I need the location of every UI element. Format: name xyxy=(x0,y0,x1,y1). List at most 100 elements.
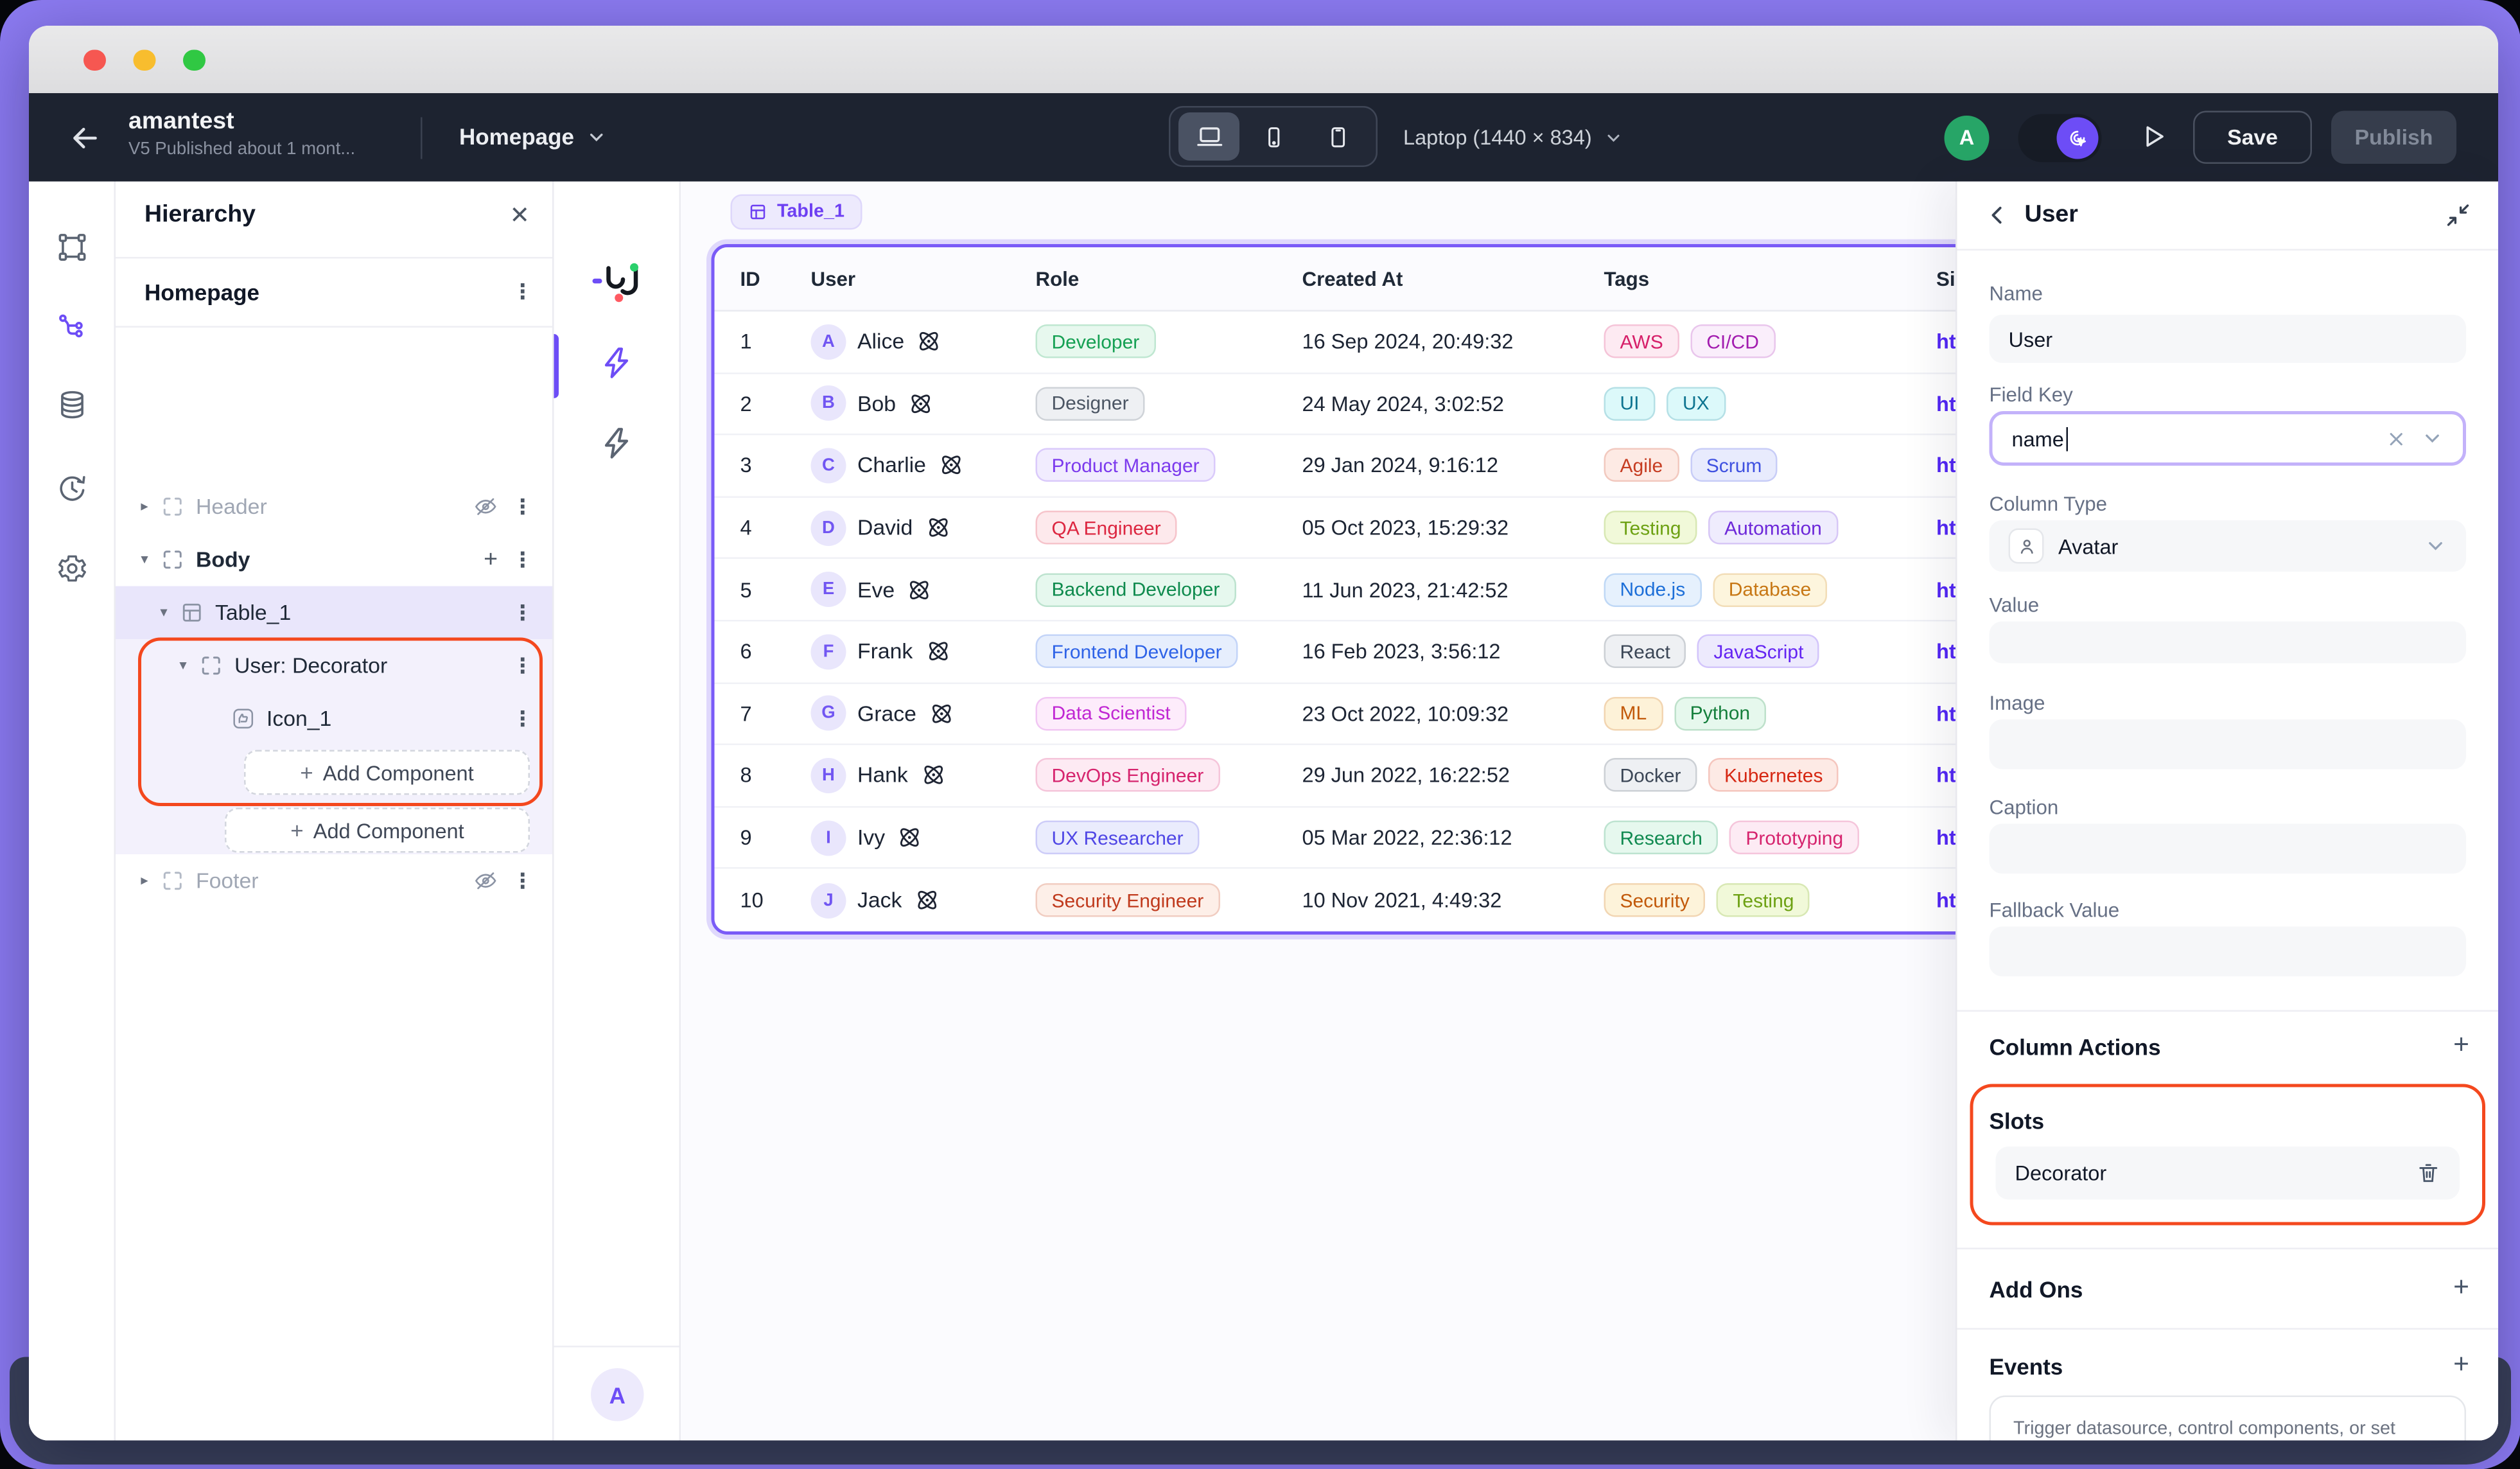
atom-decorator-icon xyxy=(919,762,947,789)
caret-right-icon[interactable]: ▸ xyxy=(135,872,154,890)
project-version-status: V5 Published about 1 mont... xyxy=(128,140,355,159)
hierarchy-item-icon1[interactable]: Icon_1 ⋮ xyxy=(116,692,552,746)
table-row[interactable]: 10JJackSecurity Engineer10 Nov 2021, 4:4… xyxy=(715,869,1972,931)
hierarchy-title: Hierarchy xyxy=(144,201,256,229)
site-link[interactable]: ht xyxy=(1936,516,1956,540)
device-size-dropdown[interactable]: Laptop (1440 × 834) xyxy=(1403,125,1624,150)
table-cell-user: IIvy xyxy=(789,820,1013,855)
site-link[interactable]: ht xyxy=(1936,764,1956,788)
site-link[interactable]: ht xyxy=(1936,392,1956,416)
table-column-header[interactable]: Role xyxy=(1013,267,1280,290)
chevron-down-icon[interactable] xyxy=(2421,427,2444,450)
caption-input[interactable] xyxy=(1990,824,2467,874)
device-tablet-button[interactable] xyxy=(1307,112,1368,161)
toolbar-avatar[interactable]: A xyxy=(591,1368,644,1421)
save-button[interactable]: Save xyxy=(2193,111,2312,164)
table-column-header[interactable]: Tags xyxy=(1582,267,1914,290)
hierarchy-tree-icon[interactable] xyxy=(57,312,89,344)
site-link[interactable]: ht xyxy=(1936,640,1956,664)
add-column-action-button[interactable]: + xyxy=(2453,1030,2469,1062)
caret-right-icon[interactable]: ▸ xyxy=(135,498,154,516)
minimize-window-button[interactable] xyxy=(134,49,155,71)
selected-component-tab[interactable]: Table_1 xyxy=(731,195,862,230)
site-link[interactable]: ht xyxy=(1936,453,1956,478)
kebab-menu-icon[interactable]: ⋮ xyxy=(512,653,534,678)
publish-button[interactable]: Publish xyxy=(2331,111,2456,164)
table-row[interactable]: 2BBobDesigner24 May 2024, 3:02:52UIUXht xyxy=(715,373,1972,435)
table[interactable]: IDUserRoleCreated AtTagsSi1AAliceDevelop… xyxy=(712,244,1975,935)
value-input[interactable] xyxy=(1990,622,2467,664)
table-row[interactable]: 6FFrankFrontend Developer16 Feb 2023, 3:… xyxy=(715,621,1972,683)
history-icon[interactable] xyxy=(57,472,89,504)
table-row[interactable]: 3CCharlieProduct Manager29 Jan 2024, 9:1… xyxy=(715,435,1972,497)
caret-down-icon[interactable]: ▾ xyxy=(135,551,154,569)
kebab-menu-icon[interactable]: ⋮ xyxy=(512,706,534,732)
user-avatar[interactable]: A xyxy=(1945,115,1990,160)
site-link[interactable]: ht xyxy=(1936,825,1956,850)
add-component-button[interactable]: + Add Component xyxy=(244,750,530,795)
hierarchy-page-row[interactable]: Homepage ⋮ xyxy=(116,257,552,326)
kebab-menu-icon[interactable]: ⋮ xyxy=(512,600,534,626)
page-selector[interactable]: Homepage xyxy=(459,124,606,150)
secondary-bolt-icon[interactable] xyxy=(599,426,634,461)
add-addon-button[interactable]: + xyxy=(2453,1272,2469,1304)
site-link[interactable]: ht xyxy=(1936,701,1956,726)
close-icon[interactable]: ✕ xyxy=(510,201,530,230)
hierarchy-item-header[interactable]: ▸ Header ⋮ xyxy=(116,480,552,534)
hierarchy-item-body[interactable]: ▾ Body + ⋮ xyxy=(116,533,552,586)
hierarchy-item-footer[interactable]: ▸ Footer ⋮ xyxy=(116,854,552,908)
zoom-window-button[interactable] xyxy=(183,49,205,71)
table-column-header[interactable]: Created At xyxy=(1280,267,1582,290)
chevron-left-icon[interactable] xyxy=(1983,201,2012,230)
caret-down-icon[interactable]: ▾ xyxy=(173,657,193,675)
settings-gear-icon[interactable] xyxy=(57,552,89,585)
kebab-menu-icon[interactable]: ⋮ xyxy=(512,868,534,893)
hierarchy-item-table1[interactable]: ▾ Table_1 ⋮ xyxy=(116,586,552,640)
collapse-panel-icon[interactable] xyxy=(2444,201,2472,230)
image-input[interactable] xyxy=(1990,719,2467,770)
hierarchy-item-user-decorator[interactable]: ▾ User: Decorator ⋮ xyxy=(116,639,552,692)
add-event-button[interactable]: + xyxy=(2453,1349,2469,1381)
column-type-label: Column Type xyxy=(1990,493,2108,516)
kebab-menu-icon[interactable]: ⋮ xyxy=(512,279,534,304)
kebab-menu-icon[interactable]: ⋮ xyxy=(512,547,534,572)
table-icon xyxy=(748,202,767,222)
interact-mode-toggle[interactable] xyxy=(2018,113,2102,161)
device-laptop-button[interactable] xyxy=(1178,112,1239,161)
table-row[interactable]: 4DDavidQA Engineer05 Oct 2023, 15:29:32T… xyxy=(715,497,1972,559)
table-row[interactable]: 9IIvyUX Researcher05 Mar 2022, 22:36:12R… xyxy=(715,807,1972,869)
preview-play-button[interactable] xyxy=(2137,121,2169,153)
actions-bolt-icon[interactable] xyxy=(599,346,634,381)
kebab-menu-icon[interactable]: ⋮ xyxy=(512,494,534,520)
eye-off-icon[interactable] xyxy=(474,495,498,519)
image-field-label: Image xyxy=(1990,692,2045,715)
close-window-button[interactable] xyxy=(83,49,105,71)
project-title-block[interactable]: amantest V5 Published about 1 mont... xyxy=(128,108,355,159)
table-row[interactable]: 1AAliceDeveloper16 Sep 2024, 20:49:32AWS… xyxy=(715,312,1972,373)
badge: QA Engineer xyxy=(1036,511,1177,545)
device-phone-button[interactable] xyxy=(1243,112,1304,161)
column-type-select[interactable]: Avatar xyxy=(1990,520,2467,572)
add-component-button[interactable]: + Add Component xyxy=(225,808,530,853)
data-sources-icon[interactable] xyxy=(57,389,89,421)
slot-item-row[interactable]: Decorator xyxy=(1996,1147,2460,1200)
back-arrow-icon[interactable] xyxy=(67,121,103,156)
table-row[interactable]: 8HHankDevOps Engineer29 Jun 2022, 16:22:… xyxy=(715,745,1972,807)
table-row[interactable]: 7GGraceData Scientist23 Oct 2022, 10:09:… xyxy=(715,683,1972,745)
eye-off-icon[interactable] xyxy=(474,869,498,893)
fallback-input[interactable] xyxy=(1990,927,2467,977)
components-icon[interactable] xyxy=(57,231,89,263)
field-key-input[interactable]: name xyxy=(1990,411,2467,466)
table-column-header[interactable]: ID xyxy=(715,267,789,290)
caret-down-icon[interactable]: ▾ xyxy=(154,604,173,622)
table-column-header[interactable]: User xyxy=(789,267,1013,290)
site-link[interactable]: ht xyxy=(1936,888,1956,913)
add-child-icon[interactable]: + xyxy=(484,546,498,574)
name-field[interactable]: User xyxy=(1990,315,2467,363)
trash-icon[interactable] xyxy=(2417,1161,2441,1186)
divider xyxy=(1957,1248,2499,1250)
site-link[interactable]: ht xyxy=(1936,330,1956,354)
clear-icon[interactable] xyxy=(2386,428,2407,449)
site-link[interactable]: ht xyxy=(1936,577,1956,602)
table-row[interactable]: 5EEveBackend Developer11 Jun 2023, 21:42… xyxy=(715,559,1972,621)
